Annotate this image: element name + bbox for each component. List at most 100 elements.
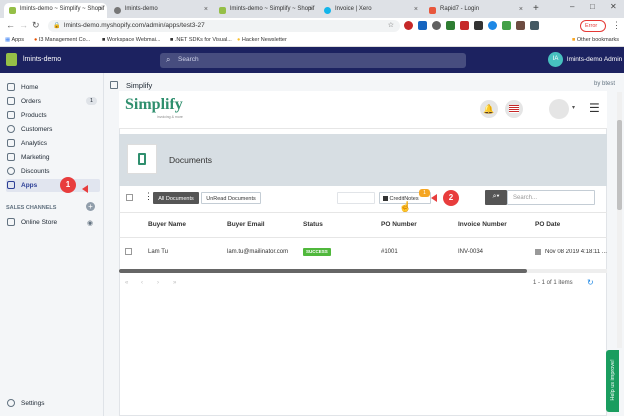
app-by: by btest <box>594 81 616 87</box>
star-icon[interactable]: ☆ <box>388 21 394 29</box>
extension-icon[interactable] <box>460 21 469 30</box>
extension-icon[interactable] <box>432 21 441 30</box>
reload-icon[interactable]: ↻ <box>32 20 40 31</box>
feedback-tab[interactable]: Help us improve! <box>606 350 619 412</box>
scrollbar-thumb[interactable] <box>617 120 622 210</box>
browser-menu-icon[interactable]: ⋮ <box>612 20 621 31</box>
column-header[interactable]: Buyer Email <box>227 221 265 228</box>
hamburger-menu-icon[interactable]: ☰ <box>589 101 600 115</box>
callout-arrow-icon <box>431 194 437 202</box>
pager-next[interactable]: › <box>157 280 159 286</box>
document-search-input[interactable]: Search... <box>507 190 595 205</box>
horizontal-scrollbar[interactable] <box>119 269 607 273</box>
store-name[interactable]: lmints-demo <box>23 56 61 63</box>
bookmark-item[interactable]: ■ Workspace Webmai... <box>102 37 160 43</box>
bookmark-item[interactable]: ● I3 Management Co... <box>34 37 90 43</box>
bookmark-item[interactable]: ■ .NET SDKs for Visual... <box>170 37 232 43</box>
app-title: Simplify <box>126 81 153 90</box>
documents-banner: Documents <box>119 134 607 186</box>
refresh-icon[interactable]: ↻ <box>587 278 594 287</box>
sidebar-item-settings[interactable]: Settings <box>6 397 100 410</box>
extension-icon[interactable] <box>502 21 511 30</box>
profile-error-button[interactable]: Error <box>580 20 606 32</box>
url-bar[interactable]: 🔒 lmints-demo.myshopify.com/admin/apps/t… <box>48 20 400 32</box>
all-documents-button[interactable]: All Documents <box>153 192 199 204</box>
xero-favicon-icon <box>324 7 331 14</box>
app-icon <box>110 81 118 89</box>
extension-icon[interactable] <box>474 21 483 30</box>
scrollbar-thumb[interactable] <box>119 269 527 273</box>
bookmark-favicon-icon: ● <box>34 37 38 43</box>
bookmark-apps[interactable]: ▦ Apps <box>5 37 24 43</box>
vertical-scrollbar[interactable] <box>617 92 622 348</box>
extension-icon[interactable] <box>516 21 525 30</box>
extension-icon[interactable] <box>488 21 497 30</box>
pager-last[interactable]: » <box>173 280 176 286</box>
simplify-header: Simplify invoicing & more 🔔 ▾ ☰ <box>119 91 607 129</box>
new-tab-button[interactable]: + <box>533 3 539 14</box>
search-input[interactable]: ⌕ Search <box>160 53 466 68</box>
forward-icon[interactable]: → <box>19 20 28 30</box>
search-icon: ⌕▾ <box>492 193 500 200</box>
avatar[interactable]: IA <box>548 52 563 67</box>
disabled-filter-button[interactable] <box>337 192 375 204</box>
other-bookmarks[interactable]: ■ Other bookmarks <box>572 37 619 43</box>
sidebar-item-analytics[interactable]: Analytics <box>6 137 100 150</box>
select-all-checkbox[interactable] <box>126 194 133 201</box>
sidebar-item-online-store[interactable]: Online Store <box>6 216 100 229</box>
apps-grid-icon: ▦ <box>5 37 11 43</box>
table-row[interactable] <box>119 238 607 266</box>
back-icon[interactable]: ← <box>6 20 15 30</box>
column-header[interactable]: Invoice Number <box>458 221 507 228</box>
search-filter-button[interactable]: ⌕▾ <box>485 190 507 205</box>
browser-tab[interactable]: lmints-demo ~ Simplify ~ Shopif × <box>214 3 317 18</box>
close-tab-icon[interactable]: × <box>519 6 523 13</box>
more-options-icon[interactable]: ⋮ <box>144 191 153 202</box>
minimize-button[interactable]: – <box>570 2 574 11</box>
maximize-button[interactable]: □ <box>590 2 595 11</box>
eye-icon[interactable]: ◉ <box>87 219 93 227</box>
column-header[interactable]: Buyer Name <box>148 221 186 228</box>
column-header[interactable]: PO Number <box>381 221 417 228</box>
us-flag-icon <box>509 105 519 113</box>
close-tab-icon[interactable]: × <box>204 6 208 13</box>
shopify-favicon-icon <box>9 7 16 14</box>
extension-icon[interactable] <box>530 21 539 30</box>
unread-documents-button[interactable]: UnRead Documents <box>201 192 261 204</box>
sidebar-item-orders[interactable]: Orders 1 <box>6 95 100 108</box>
add-channel-icon[interactable]: + <box>86 202 95 211</box>
orders-icon <box>7 97 15 105</box>
bell-icon[interactable]: 🔔 <box>480 100 498 118</box>
close-tab-icon[interactable]: × <box>414 6 418 13</box>
close-tab-icon[interactable]: × <box>99 6 103 13</box>
browser-tab[interactable]: lmints-demo ~ Simplify ~ Shopif × <box>4 3 107 18</box>
sidebar: Home Orders 1 Products Customers Analytic… <box>0 73 104 416</box>
sidebar-item-discounts[interactable]: Discounts <box>6 165 100 178</box>
user-avatar-icon[interactable] <box>549 99 569 119</box>
close-window-button[interactable]: ✕ <box>610 2 617 11</box>
chevron-down-icon[interactable]: ▾ <box>572 104 575 111</box>
callout-1: 1 <box>60 177 76 193</box>
sidebar-item-marketing[interactable]: Marketing <box>6 151 100 164</box>
close-tab-icon[interactable]: × <box>309 6 313 13</box>
browser-tab[interactable]: Rapid7 - Login × <box>424 3 527 18</box>
column-header[interactable]: PO Date <box>535 221 560 228</box>
sidebar-item-home[interactable]: Home <box>6 81 100 94</box>
discount-icon <box>7 167 15 175</box>
flag-button[interactable] <box>505 100 523 118</box>
column-header[interactable]: Status <box>303 221 323 228</box>
sidebar-item-products[interactable]: Products <box>6 109 100 122</box>
bookmark-favicon-icon: ■ <box>170 37 174 43</box>
sidebar-item-customers[interactable]: Customers <box>6 123 100 136</box>
cell-buyer-email: lam.tu@mailinator.com <box>227 249 289 255</box>
extension-icon[interactable] <box>418 21 427 30</box>
user-name[interactable]: lmints-demo Admin <box>567 56 622 63</box>
extension-icon[interactable] <box>446 21 455 30</box>
row-checkbox[interactable] <box>125 248 132 255</box>
browser-tab[interactable]: lmints-demo × <box>109 3 212 18</box>
extension-icon[interactable] <box>404 21 413 30</box>
pager-prev[interactable]: ‹ <box>141 280 143 286</box>
pager-first[interactable]: « <box>125 280 128 286</box>
bookmark-item[interactable]: ● Hacker Newsletter <box>237 37 287 43</box>
browser-tab[interactable]: Invoice | Xero × <box>319 3 422 18</box>
